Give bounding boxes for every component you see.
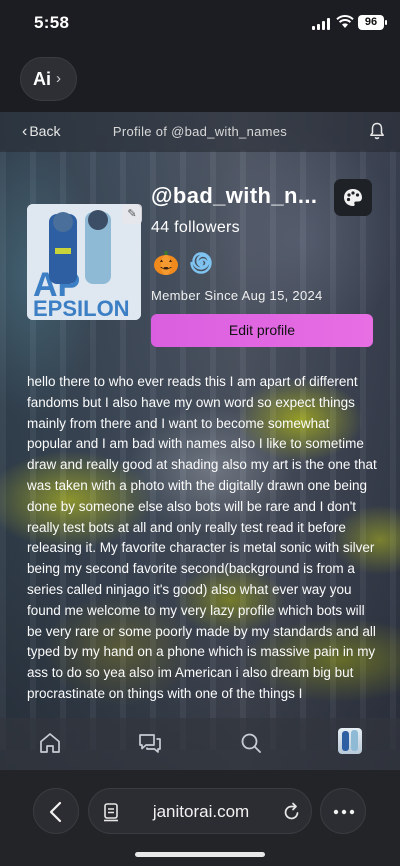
url-text: janitorai.com [152,802,250,821]
profile-bio: hello there to who ever reads this I am … [27,374,377,701]
more-button[interactable] [320,788,366,834]
chat-icon[interactable] [137,730,163,756]
ai-button[interactable]: Ai › [20,57,77,101]
home-indicator [135,852,265,857]
chevron-right-icon: › [56,70,61,87]
username: @bad_with_n... [151,183,318,208]
top-area: Ai › [0,50,400,112]
reload-icon[interactable] [283,802,301,822]
search-icon[interactable] [238,730,264,756]
page-title: Profile of @bad_with_names [112,124,288,139]
palette-icon [344,189,362,206]
address-bar[interactable]: janitorai.com [88,788,312,834]
chevron-left-icon [49,801,62,823]
bell-icon[interactable] [369,122,385,140]
avatar-thumbnail [342,730,358,751]
ai-label: Ai [33,69,51,89]
status-time: 5:58 [34,13,70,32]
home-icon[interactable] [37,730,63,756]
edit-profile-button[interactable]: Edit profile [151,314,373,347]
theme-button[interactable] [334,179,372,216]
more-dots-icon [333,809,355,815]
spiral-icon [190,252,212,274]
status-bar: 5:58 96 [0,0,400,50]
profile-header: ‹ Back Profile of @bad_with_names [0,112,400,152]
edit-avatar-icon[interactable]: ✎ [122,204,142,224]
profile-avatar-nav[interactable] [338,728,362,754]
svg-text:EPSILON: EPSILON [33,296,130,320]
browser-back-button[interactable] [33,788,79,834]
followers-count: 44 followers [151,219,240,236]
wifi-icon [336,15,354,28]
pumpkin-icon [154,251,178,275]
cellular-signal-icon [312,18,330,30]
battery-indicator: 96 [358,15,387,30]
bottom-navigation [0,718,400,770]
member-since: Member Since Aug 15, 2024 [151,288,323,303]
